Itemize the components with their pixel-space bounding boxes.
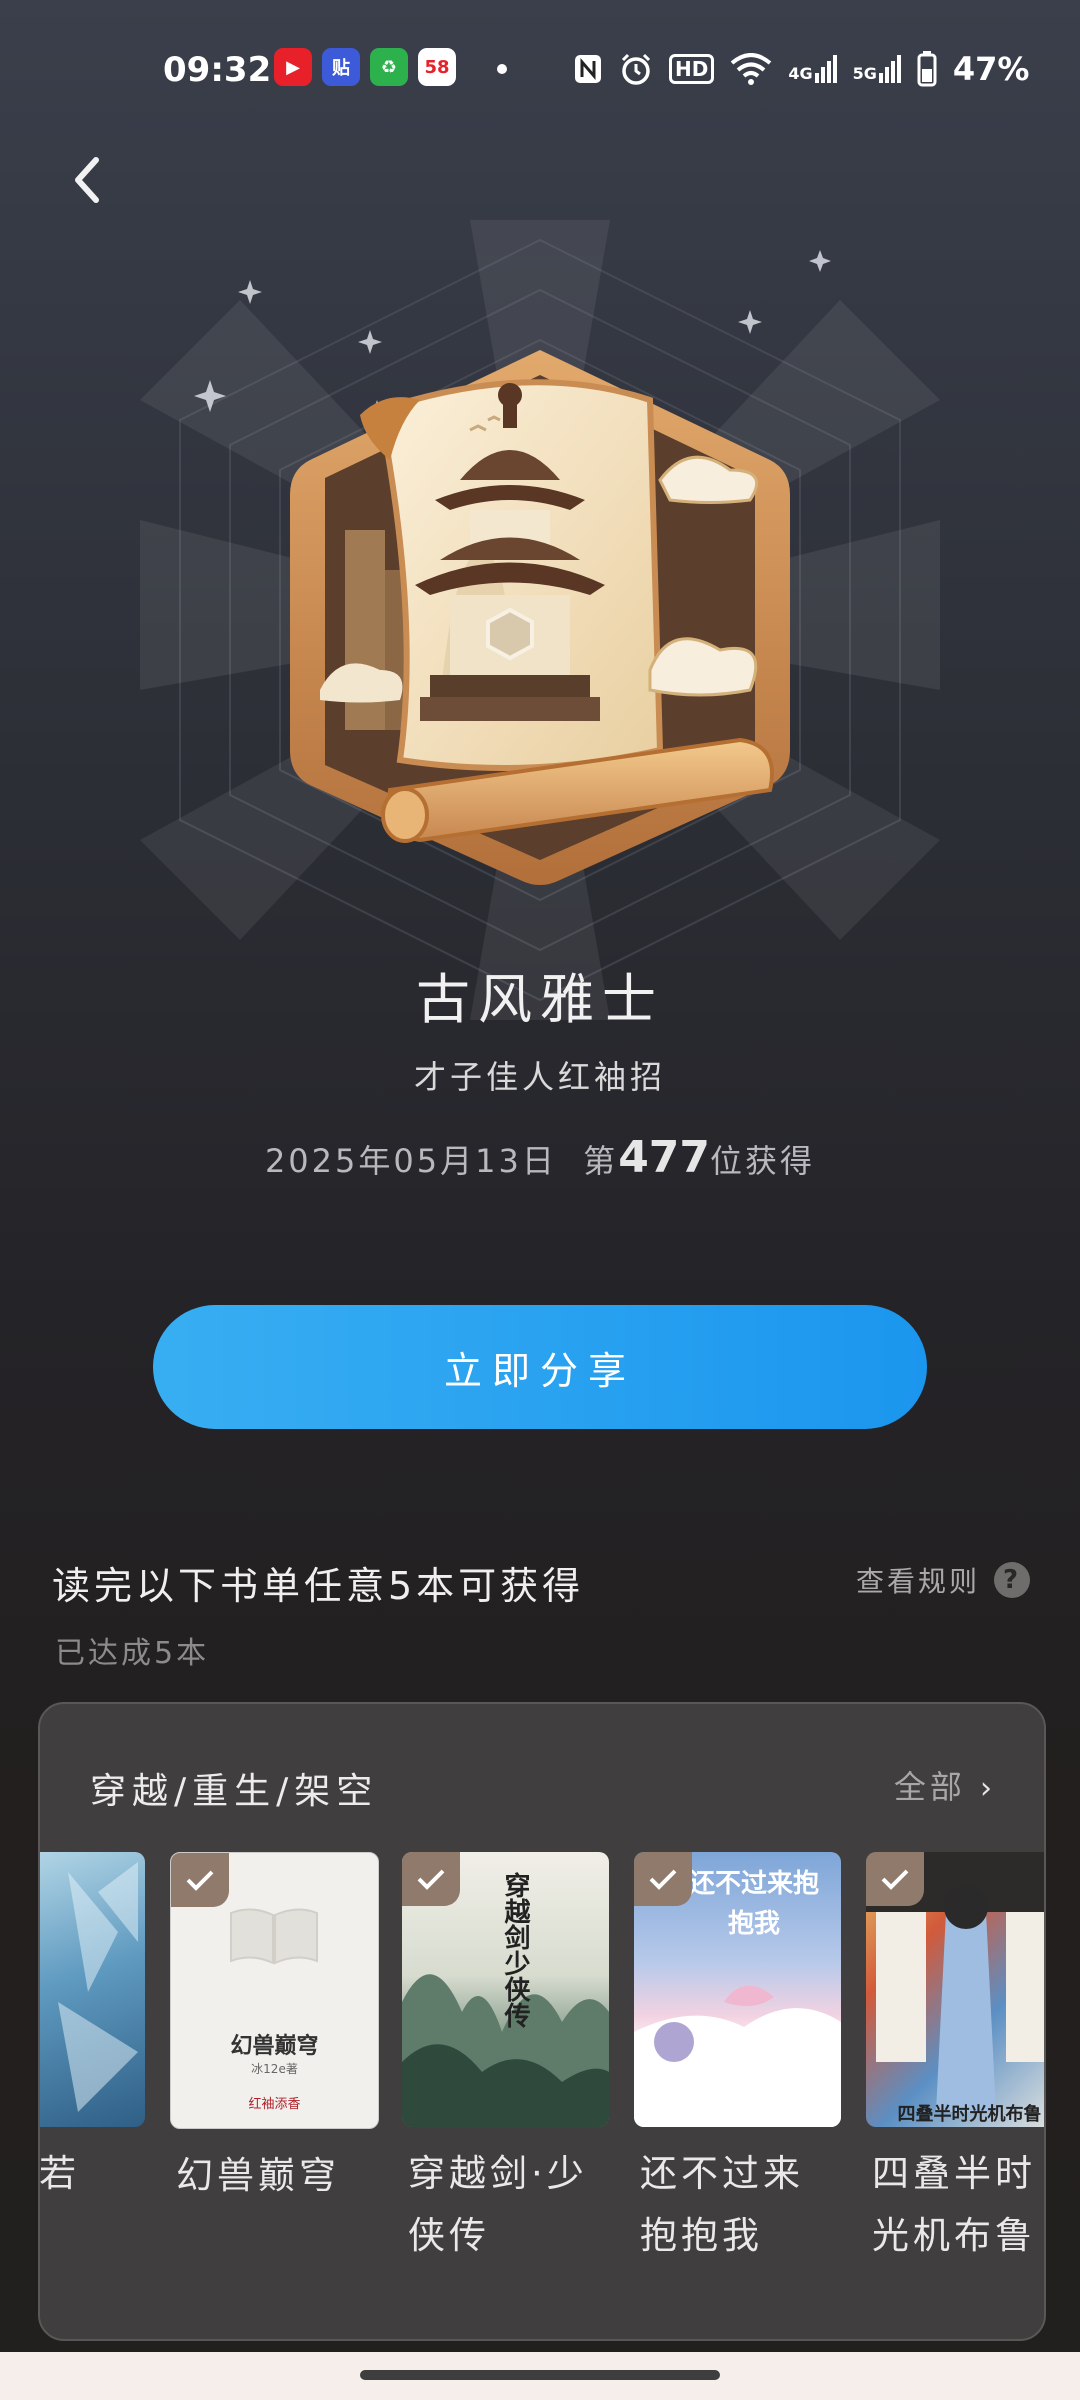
checkmark-icon: [186, 1870, 214, 1891]
view-all-label: 全部: [893, 1768, 966, 1806]
rank-prefix: 第: [583, 1142, 619, 1180]
cover-title: 四叠半时光机布鲁: [897, 2104, 1042, 2125]
signal-5g-icon: 5G: [853, 55, 901, 83]
wechat-app-icon: ♻: [370, 48, 408, 86]
cover-title: 幻兽巅穹: [230, 2034, 319, 2059]
share-button[interactable]: 立即分享: [153, 1305, 927, 1429]
rank-suffix: 位获得: [710, 1142, 816, 1180]
battery-percent: 47%: [952, 50, 1030, 88]
notification-icons: ▶ 贴 ♻ 58: [274, 48, 456, 86]
chevron-right-icon: ›: [980, 1771, 996, 1806]
completed-check: [866, 1852, 924, 1906]
cover-publisher: 红袖添香: [248, 2097, 301, 2112]
help-icon: ?: [994, 1562, 1030, 1598]
cover-title: 还不过来抱抱我: [688, 1869, 819, 1939]
book-cover: 幻兽巅穹 冰12e著 红袖添香: [170, 1852, 379, 2129]
book-cover: 穿越剑少侠传: [402, 1852, 609, 2127]
book-item[interactable]: 若: [39, 1852, 145, 2205]
book-carousel[interactable]: 若 幻兽巅穹 冰12e著 红袖添香 幻兽巅穹 穿越剑少侠传 穿越剑·少 侠传 还…: [40, 1852, 1044, 2332]
book-title: 四叠半时 光机布鲁: [872, 2152, 1036, 2257]
battery-icon: [917, 51, 937, 87]
task-title: 读完以下书单任意5本可获得: [52, 1564, 585, 1608]
task-progress: 已达成5本: [55, 1636, 210, 1671]
book-cover: 四叠半时光机布鲁: [866, 1852, 1044, 2127]
cover-author: 冰12e著: [251, 2062, 298, 2076]
badge-subtitle: 才子佳人红袖招: [413, 1058, 666, 1096]
badge-title: 古风雅士: [416, 968, 664, 1031]
completed-check: [634, 1852, 692, 1906]
tieba-app-icon: 贴: [322, 48, 360, 86]
completed-check: [171, 1853, 229, 1907]
view-all-button[interactable]: 全部 ›: [894, 1762, 996, 1808]
hd-icon: HD: [669, 54, 715, 84]
alarm-icon: [621, 53, 651, 85]
book-item[interactable]: 四叠半时光机布鲁 四叠半时 光机布鲁: [866, 1852, 1044, 2267]
book-cover: [40, 1852, 145, 2127]
booklist-card: 穿越/重生/架空 全部 › 若 幻兽巅穹 冰12e著 红袖添香 幻兽巅穹 穿越剑…: [38, 1702, 1046, 2341]
view-rules-button[interactable]: 查看规则 ?: [856, 1560, 1030, 1600]
book-item[interactable]: 穿越剑少侠传 穿越剑·少 侠传: [402, 1852, 609, 2267]
earned-info: 2025年05月13日 第477位获得: [0, 1132, 1080, 1183]
rank-number: 477: [618, 1132, 711, 1183]
book-title: 若: [39, 2152, 80, 2195]
system-icons: HD 4G 5G 47%: [573, 50, 1029, 88]
book-title: 穿越剑·少 侠传: [408, 2152, 588, 2257]
nfc-icon: [575, 55, 601, 83]
book-item[interactable]: 还不过来抱抱我 还不过来 抱抱我: [634, 1852, 841, 2267]
view-rules-label: 查看规则: [855, 1565, 980, 1598]
checkmark-icon: [417, 1869, 445, 1890]
book-title: 还不过来 抱抱我: [640, 2152, 804, 2257]
cover-title: 穿越剑少侠传: [500, 1872, 530, 2028]
book-item[interactable]: 幻兽巅穹 冰12e著 红袖添香 幻兽巅穹: [170, 1852, 379, 2207]
home-indicator[interactable]: [360, 2370, 720, 2380]
checkmark-icon: [881, 1869, 909, 1890]
completed-check: [402, 1852, 460, 1906]
status-time: 09:32: [163, 50, 272, 90]
booklist-category: 穿越/重生/架空: [90, 1771, 379, 1812]
status-bar: 09:32 ▶ 贴 ♻ 58 HD 4G 5G 47%: [0, 40, 1080, 100]
checkmark-icon: [649, 1869, 677, 1890]
back-icon[interactable]: [60, 150, 120, 210]
badge-emblem: [290, 350, 790, 885]
more-notifications-dot: [497, 64, 507, 74]
wifi-icon: [731, 53, 772, 85]
signal-4g-icon: 4G: [788, 55, 837, 83]
book-title: 幻兽巅穹: [176, 2154, 340, 2197]
earned-date: 2025年05月13日: [264, 1142, 557, 1180]
book-cover: 还不过来抱抱我: [634, 1852, 841, 2127]
58-app-icon: 58: [418, 48, 456, 86]
crystal-pattern: [58, 1862, 138, 2112]
video-app-icon: ▶: [274, 48, 312, 86]
